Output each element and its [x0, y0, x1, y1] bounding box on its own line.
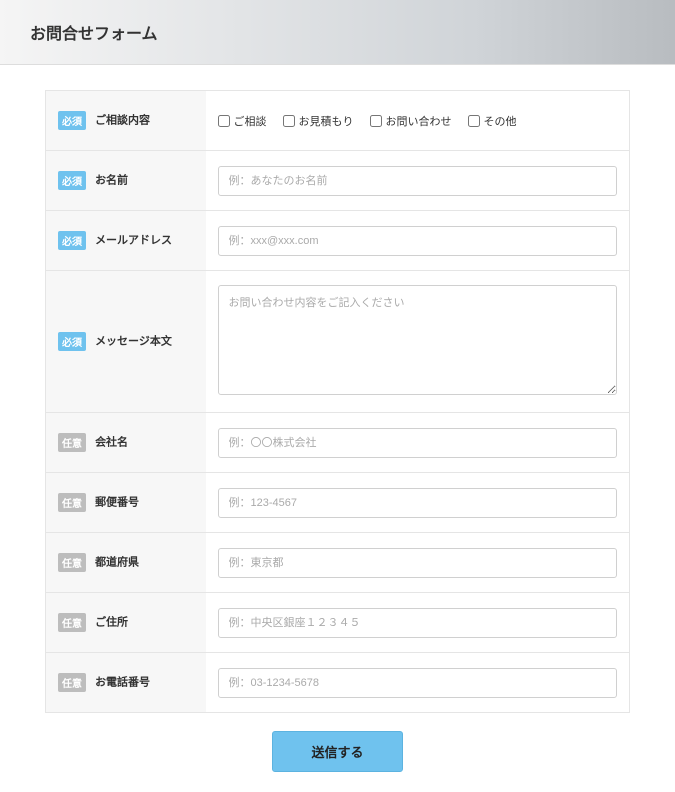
- form-container: 必須 ご相談内容 ご相談 お見積もり お問い合わせ: [0, 65, 675, 792]
- checkbox-option-2[interactable]: お問い合わせ: [370, 113, 452, 129]
- row-address: 任意 ご住所: [46, 593, 630, 653]
- email-input[interactable]: [218, 226, 618, 256]
- row-postal: 任意 郵便番号: [46, 473, 630, 533]
- checkbox-input-3[interactable]: [468, 115, 480, 127]
- input-cell-name: [206, 151, 630, 211]
- checkbox-option-1[interactable]: お見積もり: [283, 113, 354, 129]
- row-topic: 必須 ご相談内容 ご相談 お見積もり お問い合わせ: [46, 91, 630, 151]
- label-cell-phone: 任意 お電話番号: [46, 653, 206, 713]
- label-prefecture: 都道府県: [95, 556, 139, 568]
- label-name: お名前: [95, 174, 128, 186]
- input-cell-company: [206, 413, 630, 473]
- checkbox-input-1[interactable]: [283, 115, 295, 127]
- checkbox-input-2[interactable]: [370, 115, 382, 127]
- required-badge: 必須: [58, 171, 86, 190]
- submit-row: 送信する: [45, 731, 630, 772]
- required-badge: 必須: [58, 332, 86, 351]
- label-cell-message: 必須 メッセージ本文: [46, 271, 206, 413]
- label-cell-topic: 必須 ご相談内容: [46, 91, 206, 151]
- optional-badge: 任意: [58, 553, 86, 572]
- name-input[interactable]: [218, 166, 618, 196]
- input-cell-phone: [206, 653, 630, 713]
- address-input[interactable]: [218, 608, 618, 638]
- row-company: 任意 会社名: [46, 413, 630, 473]
- required-badge: 必須: [58, 111, 86, 130]
- optional-badge: 任意: [58, 673, 86, 692]
- page-title: お問合せフォーム: [30, 20, 645, 44]
- checkbox-option-3[interactable]: その他: [468, 113, 517, 129]
- checkbox-option-0[interactable]: ご相談: [218, 113, 267, 129]
- row-prefecture: 任意 都道府県: [46, 533, 630, 593]
- form-table: 必須 ご相談内容 ご相談 お見積もり お問い合わせ: [45, 90, 630, 713]
- postal-input[interactable]: [218, 488, 618, 518]
- input-cell-address: [206, 593, 630, 653]
- message-textarea[interactable]: [218, 285, 618, 395]
- checkbox-label-0: ご相談: [234, 113, 267, 129]
- input-cell-prefecture: [206, 533, 630, 593]
- label-address: ご住所: [95, 616, 128, 628]
- required-badge: 必須: [58, 231, 86, 250]
- label-postal: 郵便番号: [95, 496, 139, 508]
- optional-badge: 任意: [58, 493, 86, 512]
- submit-button[interactable]: 送信する: [272, 731, 402, 772]
- input-cell-postal: [206, 473, 630, 533]
- label-cell-prefecture: 任意 都道府県: [46, 533, 206, 593]
- label-cell-address: 任意 ご住所: [46, 593, 206, 653]
- label-topic: ご相談内容: [95, 114, 150, 126]
- label-phone: お電話番号: [95, 676, 150, 688]
- label-email: メールアドレス: [95, 234, 172, 246]
- checkbox-label-2: お問い合わせ: [386, 113, 452, 129]
- label-message: メッセージ本文: [95, 335, 172, 347]
- input-cell-email: [206, 211, 630, 271]
- label-cell-postal: 任意 郵便番号: [46, 473, 206, 533]
- checkbox-label-3: その他: [484, 113, 517, 129]
- row-email: 必須 メールアドレス: [46, 211, 630, 271]
- label-cell-email: 必須 メールアドレス: [46, 211, 206, 271]
- input-cell-message: [206, 271, 630, 413]
- phone-input[interactable]: [218, 668, 618, 698]
- label-cell-name: 必須 お名前: [46, 151, 206, 211]
- company-input[interactable]: [218, 428, 618, 458]
- label-company: 会社名: [95, 436, 128, 448]
- optional-badge: 任意: [58, 613, 86, 632]
- input-cell-topic: ご相談 お見積もり お問い合わせ その他: [206, 91, 630, 151]
- checkbox-group-topic: ご相談 お見積もり お問い合わせ その他: [218, 113, 618, 129]
- row-phone: 任意 お電話番号: [46, 653, 630, 713]
- prefecture-input[interactable]: [218, 548, 618, 578]
- checkbox-input-0[interactable]: [218, 115, 230, 127]
- checkbox-label-1: お見積もり: [299, 113, 354, 129]
- page-header: お問合せフォーム: [0, 0, 675, 65]
- optional-badge: 任意: [58, 433, 86, 452]
- label-cell-company: 任意 会社名: [46, 413, 206, 473]
- row-message: 必須 メッセージ本文: [46, 271, 630, 413]
- row-name: 必須 お名前: [46, 151, 630, 211]
